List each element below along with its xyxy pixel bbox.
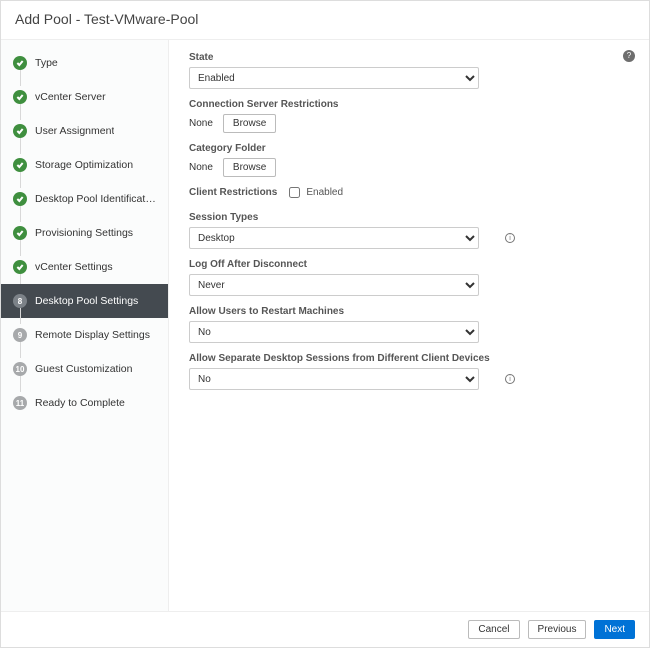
field-session-types: Session Types Desktop i xyxy=(189,212,629,249)
wizard-step-11[interactable]: 11 Ready to Complete xyxy=(1,386,168,420)
check-icon xyxy=(13,56,27,70)
step-label: vCenter Server xyxy=(35,91,106,103)
field-connection-restrictions: Connection Server Restrictions None Brow… xyxy=(189,99,629,133)
client-restrictions-label: Client Restrictions xyxy=(189,187,277,198)
dialog-title: Add Pool - Test-VMware-Pool xyxy=(1,1,649,40)
logoff-label: Log Off After Disconnect xyxy=(189,259,629,270)
check-icon xyxy=(13,226,27,240)
connection-label: Connection Server Restrictions xyxy=(189,99,629,110)
check-icon xyxy=(13,260,27,274)
info-icon[interactable]: i xyxy=(505,233,515,243)
client-restrictions-checkbox[interactable] xyxy=(289,187,300,198)
step-label: Type xyxy=(35,57,58,69)
field-allow-restart: Allow Users to Restart Machines No xyxy=(189,306,629,343)
check-icon xyxy=(13,90,27,104)
check-icon xyxy=(13,158,27,172)
logoff-select[interactable]: Never xyxy=(189,274,479,296)
browse-connection-button[interactable]: Browse xyxy=(223,114,276,133)
session-types-select[interactable]: Desktop xyxy=(189,227,479,249)
step-number-icon: 9 xyxy=(13,328,27,342)
step-label: Ready to Complete xyxy=(35,397,125,409)
allow-restart-label: Allow Users to Restart Machines xyxy=(189,306,629,317)
form-content: ? State Enabled Connection Server Restri… xyxy=(169,40,649,611)
wizard-step-6[interactable]: Provisioning Settings xyxy=(1,216,168,250)
check-icon xyxy=(13,124,27,138)
dialog-footer: Cancel Previous Next xyxy=(1,611,649,647)
client-restrictions-checkbox-label: Enabled xyxy=(306,187,343,198)
category-value: None xyxy=(189,162,213,173)
field-client-restrictions: Client Restrictions Enabled xyxy=(189,187,629,198)
add-pool-dialog: Add Pool - Test-VMware-Pool Type vCenter … xyxy=(0,0,650,648)
category-label: Category Folder xyxy=(189,143,629,154)
step-label: Guest Customization xyxy=(35,363,132,375)
info-icon[interactable]: i xyxy=(505,374,515,384)
wizard-step-7[interactable]: vCenter Settings xyxy=(1,250,168,284)
session-types-label: Session Types xyxy=(189,212,629,223)
state-select[interactable]: Enabled xyxy=(189,67,479,89)
wizard-steps-sidebar: Type vCenter Server User Assignment Storage… xyxy=(1,40,169,611)
step-label: Provisioning Settings xyxy=(35,227,133,239)
check-icon xyxy=(13,192,27,206)
wizard-step-9[interactable]: 9 Remote Display Settings xyxy=(1,318,168,352)
wizard-step-5[interactable]: Desktop Pool Identification xyxy=(1,182,168,216)
allow-separate-label: Allow Separate Desktop Sessions from Dif… xyxy=(189,353,629,364)
step-label: Desktop Pool Identification xyxy=(35,193,156,205)
allow-separate-select[interactable]: No xyxy=(189,368,479,390)
field-logoff: Log Off After Disconnect Never xyxy=(189,259,629,296)
step-label: Desktop Pool Settings xyxy=(35,295,138,307)
wizard-step-8[interactable]: 8 Desktop Pool Settings xyxy=(1,284,168,318)
wizard-step-1[interactable]: Type xyxy=(1,46,168,80)
step-number-icon: 10 xyxy=(13,362,27,376)
help-icon[interactable]: ? xyxy=(623,50,635,62)
step-label: Remote Display Settings xyxy=(35,329,150,341)
step-label: Storage Optimization xyxy=(35,159,133,171)
wizard-step-4[interactable]: Storage Optimization xyxy=(1,148,168,182)
state-label: State xyxy=(189,52,629,63)
dialog-body: Type vCenter Server User Assignment Storage… xyxy=(1,40,649,611)
step-label: vCenter Settings xyxy=(35,261,113,273)
step-number-icon: 8 xyxy=(13,294,27,308)
next-button[interactable]: Next xyxy=(594,620,635,639)
step-label: User Assignment xyxy=(35,125,114,137)
allow-restart-select[interactable]: No xyxy=(189,321,479,343)
wizard-step-2[interactable]: vCenter Server xyxy=(1,80,168,114)
field-state: State Enabled xyxy=(189,52,629,89)
connection-value: None xyxy=(189,118,213,129)
previous-button[interactable]: Previous xyxy=(528,620,587,639)
wizard-step-10[interactable]: 10 Guest Customization xyxy=(1,352,168,386)
field-allow-separate: Allow Separate Desktop Sessions from Dif… xyxy=(189,353,629,390)
field-category-folder: Category Folder None Browse xyxy=(189,143,629,177)
step-number-icon: 11 xyxy=(13,396,27,410)
wizard-step-3[interactable]: User Assignment xyxy=(1,114,168,148)
cancel-button[interactable]: Cancel xyxy=(468,620,519,639)
browse-category-button[interactable]: Browse xyxy=(223,158,276,177)
